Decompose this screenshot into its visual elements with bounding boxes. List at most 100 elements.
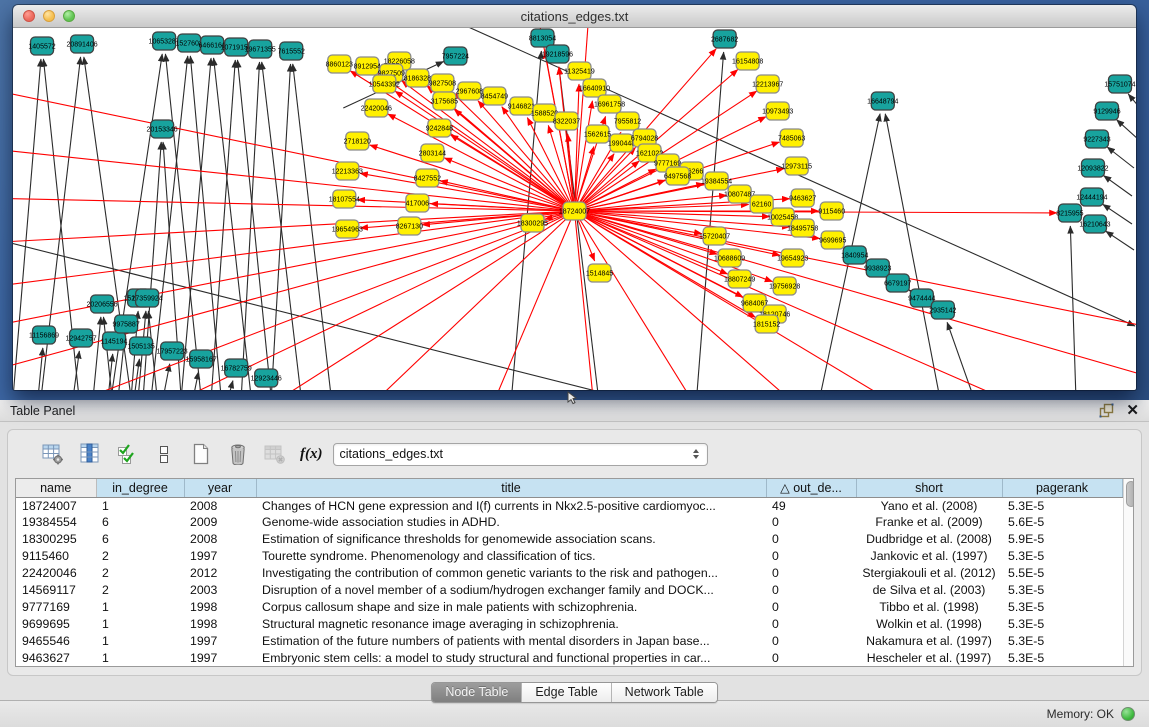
graph-node[interactable]: 12213967 (752, 75, 783, 93)
graph-edge[interactable] (181, 58, 211, 390)
graph-node[interactable]: 8186328 (404, 69, 431, 87)
table-cell[interactable]: 1 (96, 615, 184, 632)
graph-edge[interactable] (575, 211, 694, 390)
graph-edge[interactable] (575, 211, 780, 255)
graph-edge[interactable] (13, 211, 574, 288)
table-cell[interactable]: 49 (766, 497, 856, 514)
graph-edge[interactable] (885, 114, 940, 390)
table-row[interactable]: 977716911998Corpus callosum shape and si… (16, 598, 1122, 615)
graph-edge[interactable] (38, 348, 43, 390)
network-graph[interactable]: 18724007 8860123 8912954 18226058 982750… (13, 28, 1136, 390)
table-cell[interactable]: Nakamura et al. (1997) (856, 632, 1002, 649)
table-cell[interactable]: 9463627 (16, 649, 96, 666)
table-row[interactable]: 1938455462009Genome-wide association stu… (16, 514, 1122, 531)
graph-node[interactable]: 1405572 (28, 37, 55, 55)
table-row[interactable]: 1456911722003Disruption of a novel membe… (16, 581, 1122, 598)
table-cell[interactable]: 2003 (184, 581, 256, 598)
graph-node[interactable]: 18495758 (787, 219, 818, 237)
graph-node[interactable]: 12942757 (65, 329, 96, 347)
window-zoom-button[interactable] (63, 10, 75, 22)
graph-node[interactable]: 2718120 (344, 132, 371, 150)
table-cell[interactable]: 0 (766, 615, 856, 632)
deselect-rows-button[interactable] (152, 442, 176, 466)
function-builder-icon[interactable]: f(x) (300, 446, 323, 463)
column-header-in_degree[interactable]: in_degree (96, 479, 184, 497)
table-cell[interactable]: 6 (96, 514, 184, 531)
table-cell[interactable]: 1997 (184, 632, 256, 649)
graph-edge[interactable] (1104, 176, 1132, 196)
table-cell[interactable]: 1997 (184, 548, 256, 565)
table-cell[interactable]: de Silva et al. (2003) (856, 581, 1002, 598)
graph-edge[interactable] (13, 211, 574, 243)
table-cell[interactable]: 1997 (184, 649, 256, 666)
graph-node[interactable]: 16640910 (579, 79, 610, 97)
graph-node[interactable]: 2967608 (456, 82, 483, 100)
table-cell[interactable]: 1 (96, 497, 184, 514)
graph-edge[interactable] (134, 359, 139, 390)
table-select-dropdown[interactable]: citations_edges.txt (333, 443, 708, 466)
table-cell[interactable]: Corpus callosum shape and size in male p… (256, 598, 766, 615)
graph-node[interactable]: 19218596 (542, 45, 573, 63)
table-cell[interactable]: 1998 (184, 598, 256, 615)
graph-edge[interactable] (370, 145, 575, 211)
network-window-titlebar[interactable]: citations_edges.txt (13, 5, 1136, 28)
graph-node[interactable]: 3175685 (431, 92, 458, 110)
graph-node[interactable]: 19671355 (245, 40, 276, 58)
graph-node[interactable]: 20891406 (66, 35, 97, 53)
graph-node[interactable]: 8267130 (396, 217, 423, 235)
window-minimize-button[interactable] (43, 10, 55, 22)
table-cell[interactable]: Estimation of the future numbers of pati… (256, 632, 766, 649)
column-header-short[interactable]: short (856, 479, 1002, 497)
graph-edge[interactable] (13, 198, 574, 211)
graph-node[interactable]: 6497568 (664, 167, 691, 185)
graph-node[interactable]: 8322037 (553, 112, 580, 130)
table-row[interactable]: 1872400712008Changes of HCN gene express… (16, 497, 1122, 514)
graph-edge[interactable] (1106, 231, 1134, 250)
graph-node[interactable]: 1815152 (753, 315, 780, 333)
graph-edge[interactable] (241, 62, 259, 390)
table-cell[interactable]: 0 (766, 581, 856, 598)
graph-edge[interactable] (151, 56, 188, 390)
table-cell[interactable]: 14569117 (16, 581, 96, 598)
graph-edge[interactable] (1070, 226, 1076, 390)
graph-node[interactable]: 9938923 (864, 259, 891, 277)
graph-node[interactable]: 11325419 (564, 62, 595, 80)
graph-node[interactable]: 1145194 (101, 332, 128, 350)
graph-node[interactable]: 7957224 (442, 47, 469, 65)
table-cell[interactable]: 5.9E-5 (1002, 531, 1122, 548)
delete-table-button[interactable] (263, 442, 287, 466)
table-cell[interactable]: 0 (766, 598, 856, 615)
graph-edge[interactable] (293, 64, 332, 390)
table-cell[interactable]: 5.6E-5 (1002, 514, 1122, 531)
table-cell[interactable]: 2008 (184, 497, 256, 514)
table-row[interactable]: 969969511998Structural magnetic resonanc… (16, 615, 1122, 632)
graph-node[interactable]: 9463627 (789, 189, 816, 207)
table-cell[interactable]: 2009 (184, 514, 256, 531)
table-cell[interactable]: 2 (96, 565, 184, 582)
show-columns-button[interactable] (78, 442, 102, 466)
graph-node[interactable]: 8813054 (529, 29, 556, 47)
graph-node[interactable]: 11156869 (29, 326, 59, 344)
table-cell[interactable]: 2 (96, 548, 184, 565)
new-column-button[interactable] (189, 442, 213, 466)
table-cell[interactable]: 2 (96, 581, 184, 598)
table-cell[interactable]: 9465546 (16, 632, 96, 649)
graph-node[interactable]: 2803144 (419, 144, 446, 162)
table-cell[interactable]: 0 (766, 514, 856, 531)
table-cell[interactable]: 5.3E-5 (1002, 649, 1122, 666)
table-cell[interactable]: 1 (96, 598, 184, 615)
graph-node[interactable]: 18107554 (329, 190, 360, 208)
graph-node[interactable]: 10688609 (714, 249, 745, 267)
graph-node[interactable]: 12093822 (1077, 159, 1108, 177)
table-cell[interactable]: 9777169 (16, 598, 96, 615)
table-cell[interactable]: Changes of HCN gene expression and I(f) … (256, 497, 766, 514)
table-scrollbar[interactable] (1123, 479, 1134, 666)
graph-node[interactable]: 7955812 (614, 112, 641, 130)
graph-node[interactable]: 9129946 (1093, 102, 1120, 120)
table-cell[interactable]: 5.3E-5 (1002, 615, 1122, 632)
table-cell[interactable]: 5.3E-5 (1002, 548, 1122, 565)
graph-node[interactable]: 10973493 (762, 102, 793, 120)
network-window[interactable]: citations_edges.txt 18724007 8860123 891… (13, 5, 1136, 390)
graph-edge[interactable] (13, 148, 574, 211)
graph-node[interactable]: 18807249 (724, 270, 755, 288)
